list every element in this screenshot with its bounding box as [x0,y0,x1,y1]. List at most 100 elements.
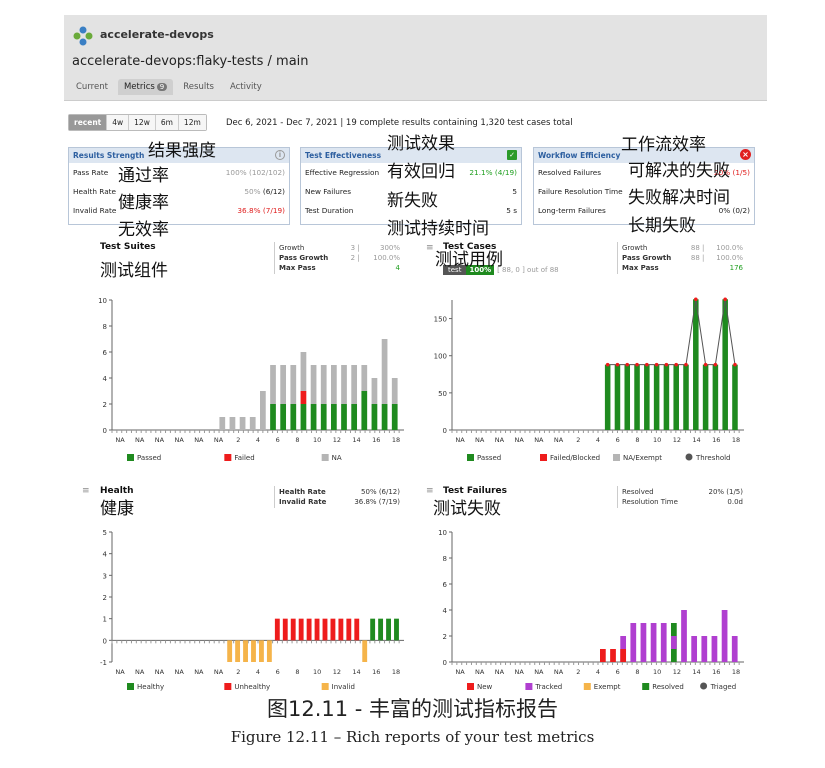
bar-segment [671,636,677,649]
card-title-text: Results Strength [73,151,145,160]
annotation-health-rate: 健康率 [118,193,169,213]
bar [219,417,226,430]
bar [683,364,689,430]
bar [361,365,368,391]
tab-metrics[interactable]: Metrics 9 [117,79,174,95]
x-tick-label: 6 [616,668,620,676]
stat-label: Max Pass [279,264,316,272]
tab-bar: Current Metrics 9 Results Activity [70,79,268,95]
card-title-text: Workflow Efficiency [538,151,621,160]
y-tick-label: 1 [103,616,107,624]
bar [650,623,657,662]
bar [282,618,288,641]
x-tick-label: 8 [635,436,639,444]
annotation-workflow: 工作流效率 [621,135,706,155]
stat-label: Growth [622,244,648,252]
bar [259,640,264,662]
bar [274,618,280,641]
failures-chart: 0 2 4 6 8 10 NA NA NA NA NA NA 2 4 6 8 10 12 14 16 18 New Trac… [438,529,744,691]
bar [361,391,368,430]
bar [386,618,391,641]
range-6m[interactable]: 6m [155,115,179,130]
legend-label: Failed/Blocked [550,454,600,462]
bar [341,365,347,404]
x-tick-label: NA [214,436,224,444]
range-4w[interactable]: 4w [107,115,130,130]
info-icon[interactable]: i [275,150,285,160]
bar [693,299,699,430]
drag-handle-icon[interactable]: ≡ [82,486,90,496]
bar [354,618,360,641]
bar [346,618,352,641]
annotation-long-term: 长期失败 [628,216,696,236]
row-label: Test Duration [305,206,354,215]
bar [290,365,297,404]
bar [300,352,307,391]
bar [600,649,606,662]
stat-label: Pass Growth [622,254,672,262]
range-12m[interactable]: 12m [178,115,206,130]
legend-swatch [540,454,547,461]
legend-label: Tracked [534,683,562,691]
bar [391,404,398,430]
bar [711,636,718,662]
row-value: 5 [512,187,517,196]
stat-label: Max Pass [622,264,659,272]
x-tick-label: 6 [616,436,620,444]
bar [310,365,317,404]
row-label: Invalid Rate [73,206,117,215]
tab-results[interactable]: Results [177,79,220,95]
x-tick-label: NA [155,668,165,676]
bar [663,364,670,430]
x-tick-label: 8 [635,668,639,676]
tab-current[interactable]: Current [70,79,114,95]
x-tick-label: 12 [333,668,341,676]
threshold-line [607,299,736,366]
stat-value: 100.0% [716,244,743,252]
x-tick-label: NA [194,436,204,444]
range-recent[interactable]: recent [69,115,108,130]
row-label: Pass Rate [73,168,109,177]
x-tick-label: NA [455,668,465,676]
threshold-point [713,362,718,367]
row-muted: 100% [225,168,247,177]
x-tick-label: 14 [692,436,700,444]
annotation-test-effect: 测试效果 [387,134,455,154]
stat-value: 100.0% [373,254,400,262]
annotation-resolvable: 可解决的失败 [628,161,730,181]
legend-label: Resolved [652,683,684,691]
bar [351,365,358,404]
check-icon: ✓ [507,150,517,160]
org-name[interactable]: accelerate-devops [100,28,214,41]
x-tick-label: 18 [392,668,400,676]
x-tick-label: 18 [732,668,740,676]
threshold-point [654,362,659,367]
bar [394,618,399,641]
x-tick-label: 16 [372,668,380,676]
bar [249,417,256,430]
stat-label: Resolved [622,488,654,496]
cases-stats: Growth 88 | 100.0% Pass Growth 88 | 100.0% M… [617,242,747,274]
range-12w[interactable]: 12w [129,115,156,130]
bar [341,404,347,430]
app-header: accelerate-devops accelerate-devops:flak… [64,15,767,101]
legend-swatch [685,453,693,461]
drag-handle-icon[interactable]: ≡ [426,243,434,253]
annotation-invalid-rate: 无效率 [118,220,169,240]
bar [634,364,640,430]
tab-activity[interactable]: Activity [224,79,268,95]
bar [300,391,307,404]
bar [270,404,276,430]
threshold-point [723,297,727,302]
bar [298,618,304,641]
y-tick-label: 8 [103,323,107,331]
y-tick-label: 2 [103,401,107,409]
bar [731,636,738,662]
threshold-point [625,362,630,367]
x-tick-label: 12 [333,436,341,444]
y-tick-label: 4 [443,607,448,615]
y-tick-label: 4 [103,375,108,383]
row-label: Failure Resolution Time [538,187,623,196]
x-tick-label: NA [135,668,145,676]
bar [229,417,236,430]
